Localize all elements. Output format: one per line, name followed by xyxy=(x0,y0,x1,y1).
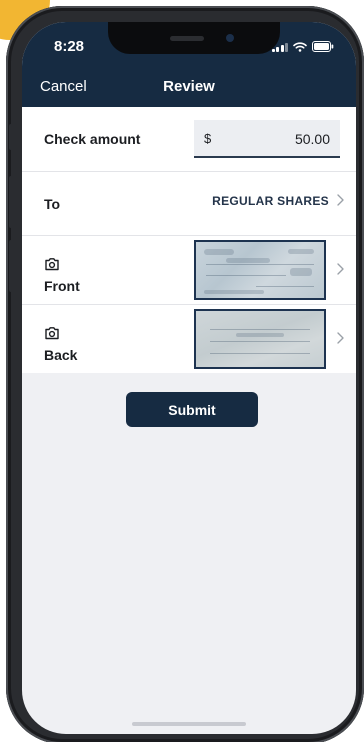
mute-switch xyxy=(9,124,14,150)
volume-up-button xyxy=(9,176,14,228)
account-name: REGULAR SHARES xyxy=(212,194,329,208)
front-label: Front xyxy=(44,278,80,294)
check-amount-input[interactable]: $ 50.00 xyxy=(194,120,340,158)
review-form: Check amount $ 50.00 To REGULAR SHARES F… xyxy=(22,107,356,373)
phone-frame: 8:28 Cancel Review Check amount $ 50.00 … xyxy=(6,6,364,742)
status-icons xyxy=(271,41,335,52)
phone-screen: 8:28 Cancel Review Check amount $ 50.00 … xyxy=(22,22,356,734)
to-label: To xyxy=(44,196,61,212)
front-image-row[interactable]: Front xyxy=(22,236,356,305)
home-indicator xyxy=(132,722,246,726)
check-amount-row: Check amount $ 50.00 xyxy=(22,107,356,172)
chevron-right-icon xyxy=(337,194,344,208)
chevron-right-icon xyxy=(337,331,344,349)
camera-icon xyxy=(44,257,60,271)
notch xyxy=(108,22,280,54)
status-time: 8:28 xyxy=(54,38,85,55)
chevron-right-icon xyxy=(337,262,344,280)
back-image-row[interactable]: Back xyxy=(22,305,356,373)
front-camera xyxy=(226,34,234,42)
battery-icon xyxy=(312,41,334,52)
check-back-thumbnail[interactable] xyxy=(194,309,326,369)
volume-down-button xyxy=(9,240,14,292)
page-title: Review xyxy=(163,78,215,95)
submit-button[interactable]: Submit xyxy=(126,392,258,427)
check-front-thumbnail[interactable] xyxy=(194,240,326,300)
currency-symbol: $ xyxy=(204,131,212,146)
to-account-row[interactable]: To REGULAR SHARES xyxy=(22,172,356,236)
speaker-grille xyxy=(170,36,204,41)
check-amount-value: 50.00 xyxy=(294,131,330,147)
back-label: Back xyxy=(44,347,78,363)
stage: 8:28 Cancel Review Check amount $ 50.00 … xyxy=(0,0,364,742)
wifi-icon xyxy=(293,41,307,52)
camera-icon xyxy=(44,326,60,340)
account-selector[interactable]: REGULAR SHARES xyxy=(212,194,344,208)
check-amount-label: Check amount xyxy=(44,131,141,147)
